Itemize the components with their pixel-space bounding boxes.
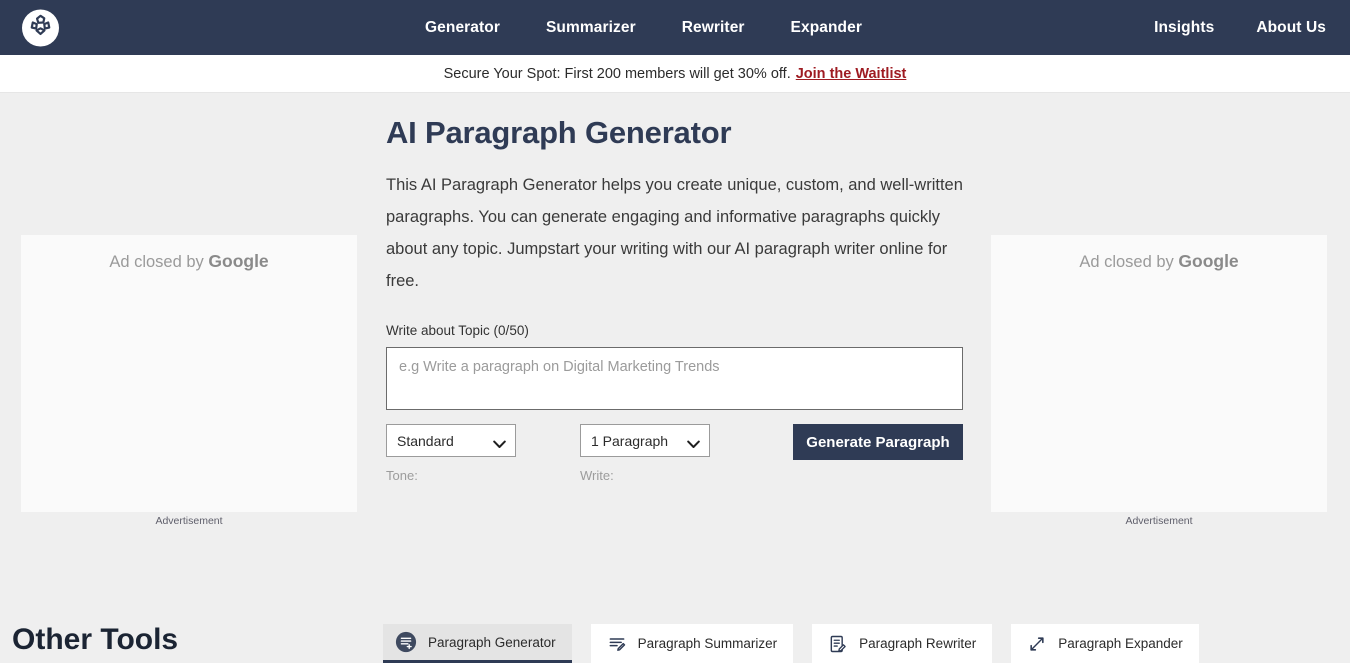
tool-tab-label: Paragraph Expander [1058, 636, 1183, 651]
nav-link-generator[interactable]: Generator [425, 19, 500, 37]
tool-tab-label: Paragraph Generator [428, 634, 556, 650]
topic-input[interactable] [386, 347, 963, 410]
right-ad-google-brand: Google [1178, 251, 1239, 271]
tool-tab-paragraph-summarizer[interactable]: Paragraph Summarizer [590, 624, 794, 663]
pinwheel-logo-icon [28, 13, 53, 43]
tone-sub-label: Tone: [386, 468, 418, 483]
generator-controls: Standard Tone: 1 Paragraph Write: Genera… [386, 424, 964, 494]
page-body: Ad closed by Google Advertisement Ad clo… [0, 93, 1350, 663]
announcement-text: Secure Your Spot: First 200 members will… [443, 65, 791, 82]
right-ad-slot: Ad closed by Google Advertisement [991, 235, 1327, 527]
tool-tab-paragraph-expander[interactable]: Paragraph Expander [1011, 624, 1199, 663]
secondary-nav-links: Insights About Us [1154, 19, 1326, 37]
nav-link-about-us[interactable]: About Us [1256, 19, 1326, 37]
site-logo[interactable] [22, 9, 59, 46]
top-navigation-bar: Generator Summarizer Rewriter Expander I… [0, 0, 1350, 55]
tool-tab-label: Paragraph Summarizer [637, 636, 778, 651]
page-title: AI Paragraph Generator [386, 115, 732, 150]
left-ad-google-brand: Google [208, 251, 269, 271]
nav-link-rewriter[interactable]: Rewriter [682, 19, 745, 37]
primary-nav-links: Generator Summarizer Rewriter Expander [425, 19, 862, 37]
other-tools-title: Other Tools [12, 623, 179, 656]
join-waitlist-link[interactable]: Join the Waitlist [796, 66, 907, 82]
main-content-column: AI Paragraph Generator This AI Paragraph… [386, 93, 964, 494]
write-length-select[interactable]: 1 Paragraph [580, 424, 710, 457]
tone-control-group: Standard Tone: [386, 424, 516, 483]
left-ad-closed-prefix: Ad closed by [109, 253, 209, 271]
left-ad-slot: Ad closed by Google Advertisement [21, 235, 357, 527]
tool-tab-label: Paragraph Rewriter [859, 636, 977, 651]
generate-paragraph-button[interactable]: Generate Paragraph [793, 424, 963, 460]
right-ad-label: Advertisement [1125, 515, 1193, 527]
paragraph-add-icon [395, 631, 417, 653]
left-ad-label: Advertisement [155, 515, 223, 527]
announcement-banner: Secure Your Spot: First 200 members will… [0, 55, 1350, 93]
right-ad-closed-prefix: Ad closed by [1079, 253, 1179, 271]
write-control-group: 1 Paragraph Write: [580, 424, 710, 483]
nav-link-insights[interactable]: Insights [1154, 19, 1214, 37]
tool-tab-paragraph-generator[interactable]: Paragraph Generator [383, 624, 572, 663]
page-description: This AI Paragraph Generator helps you cr… [386, 176, 963, 290]
summarize-lines-icon [607, 634, 627, 654]
expand-arrows-icon [1027, 634, 1047, 654]
left-ad-closed-notice: Ad closed by Google [109, 251, 268, 272]
topic-field-label: Write about Topic (0/50) [386, 323, 529, 338]
other-tools-tabs: Paragraph Generator Paragraph Summarizer [383, 624, 1199, 663]
left-ad-box[interactable]: Ad closed by Google [21, 235, 357, 512]
nav-link-expander[interactable]: Expander [791, 19, 862, 37]
tone-select[interactable]: Standard [386, 424, 516, 457]
right-ad-closed-notice: Ad closed by Google [1079, 251, 1238, 272]
tool-tab-paragraph-rewriter[interactable]: Paragraph Rewriter [812, 624, 993, 663]
right-ad-box[interactable]: Ad closed by Google [991, 235, 1327, 512]
document-pencil-icon [828, 634, 848, 654]
write-sub-label: Write: [580, 468, 614, 483]
nav-link-summarizer[interactable]: Summarizer [546, 19, 636, 37]
